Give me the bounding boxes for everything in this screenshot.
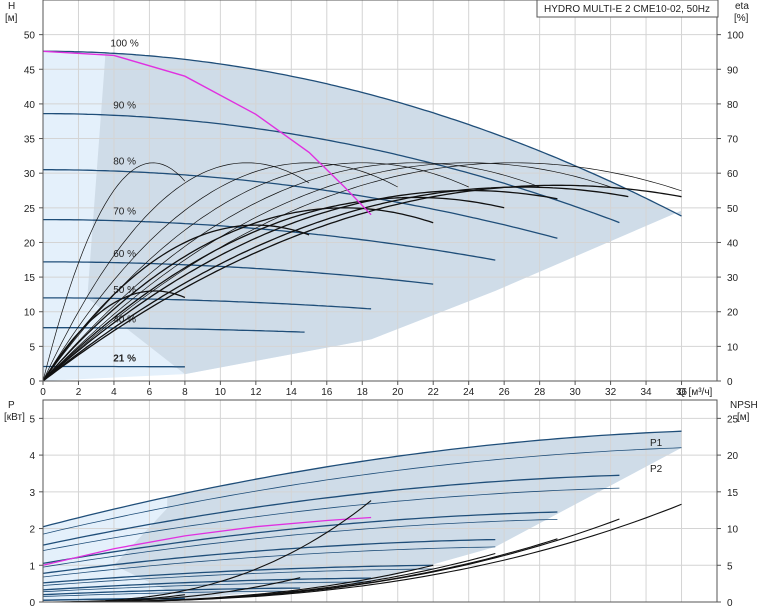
x-tick-label: 34 [640,387,652,398]
speed-label: 21 % [113,353,136,364]
y-tick-label-left: 4 [29,451,35,462]
y-tick-label-left: 5 [29,414,35,425]
y-tick-label-right: 20 [727,451,739,462]
x-tick-label: 6 [147,387,153,398]
y-tick-label-left: 3 [29,488,35,499]
p-axis-unit: [кВт] [4,412,25,423]
x-tick-label: 28 [534,387,546,398]
speed-label: 80 % [113,157,136,168]
chart-title-box: HYDRO MULTI-E 2 CME10-02, 50Hz [537,0,718,17]
y-tick-label-right: 0 [727,598,733,609]
y-tick-label-right: 15 [727,488,739,499]
y-tick-label-right: 0 [727,377,733,388]
speed-label: 90 % [113,101,136,112]
chart-title: HYDRO MULTI-E 2 CME10-02, 50Hz [544,4,710,15]
y-tick-label-left: 15 [24,273,36,284]
chart-svg: 100 %90 %80 %70 %60 %50 %40 %21 %0246810… [0,0,774,611]
h-axis-label: H [8,1,15,12]
y-tick-label-left: 45 [24,65,36,76]
pump-curve-chart: 100 %90 %80 %70 %60 %50 %40 %21 %0246810… [0,0,774,611]
y-tick-label-left: 10 [24,308,36,319]
y-tick-label-right: 50 [727,204,739,215]
x-tick-label: 10 [215,387,227,398]
x-tick-label: 30 [570,387,582,398]
speed-label: 70 % [113,207,136,218]
x-tick-label: 8 [182,387,188,398]
y-tick-label-right: 90 [727,65,739,76]
y-tick-label-left: 50 [24,31,36,42]
speed-label: 100 % [110,38,138,49]
speed-label: 60 % [113,249,136,260]
npsh-axis-unit: [м] [737,412,750,423]
y-tick-label-right: 30 [727,273,739,284]
p2-label: P2 [650,464,663,475]
y-tick-label-left: 20 [24,238,36,249]
y-tick-label-left: 1 [29,561,35,572]
y-tick-label-right: 10 [727,342,739,353]
x-tick-label: 26 [499,387,511,398]
y-tick-label-right: 60 [727,169,739,180]
y-tick-label-right: 100 [727,31,744,42]
y-tick-label-right: 5 [727,561,733,572]
y-tick-label-right: 10 [727,525,739,536]
x-tick-label: 22 [428,387,440,398]
eta-axis-label: eta [735,1,749,12]
y-tick-label-right: 20 [727,308,739,319]
y-tick-label-left: 5 [29,342,35,353]
y-tick-label-left: 2 [29,525,35,536]
y-tick-label-left: 0 [29,377,35,388]
x-tick-label: 4 [111,387,117,398]
y-tick-label-left: 35 [24,135,36,146]
npsh-axis-label: NPSH [730,400,758,411]
y-tick-label-left: 0 [29,598,35,609]
x-tick-label: 14 [286,387,298,398]
eta-axis-unit: [%] [734,13,749,24]
x-tick-label: 0 [40,387,46,398]
operating-area-dark [87,53,681,374]
x-tick-label: 18 [357,387,369,398]
x-tick-label: 12 [250,387,262,398]
y-tick-label-right: 70 [727,135,739,146]
p-axis-label: P [8,400,15,411]
y-tick-label-left: 25 [24,204,36,215]
y-tick-label-right: 40 [727,238,739,249]
h-axis-unit: [м] [5,13,18,24]
head-eta-plot: 100 %90 %80 %70 %60 %50 %40 %21 %0246810… [5,0,749,398]
x-tick-label: 24 [463,387,475,398]
x-tick-label: 16 [321,387,333,398]
x-axis-label: Q [м³/ч] [678,387,713,398]
y-tick-label-left: 30 [24,169,36,180]
x-tick-label: 2 [76,387,82,398]
y-tick-label-right: 80 [727,100,739,111]
y-tick-label-left: 40 [24,100,36,111]
x-tick-label: 20 [392,387,404,398]
p1-label: P1 [650,438,663,449]
power-npsh-plot: 0123450510152025P[кВт]NPSH[м]P1P2 [4,400,758,609]
x-tick-label: 32 [605,387,617,398]
